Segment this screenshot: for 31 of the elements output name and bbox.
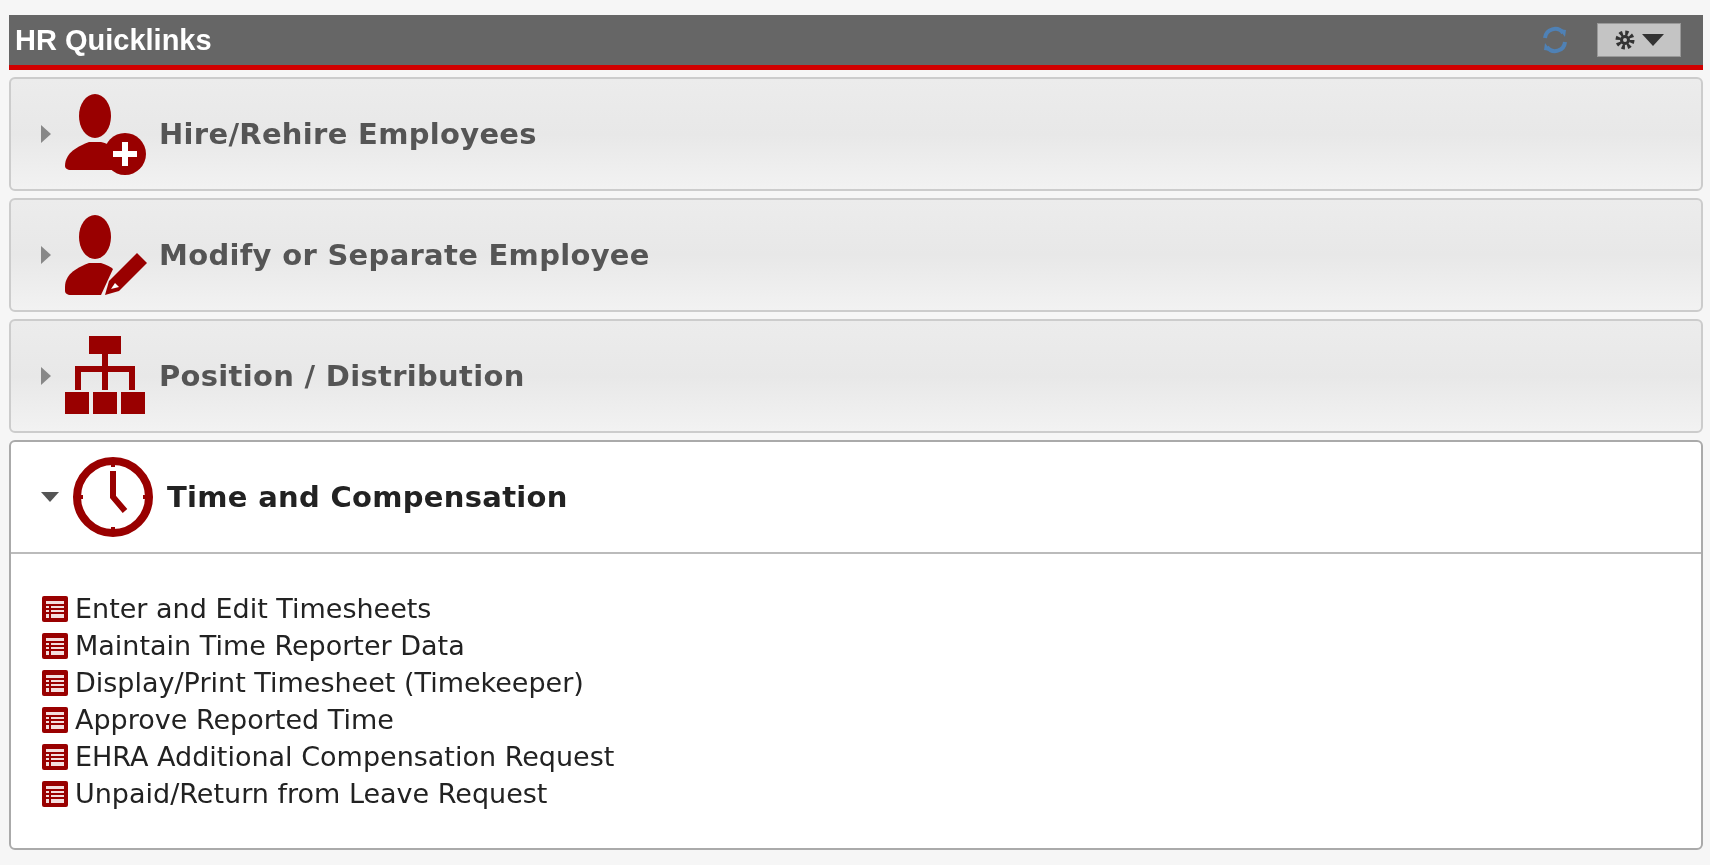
quicklink[interactable]: Unpaid/Return from Leave Request: [41, 777, 1671, 810]
clock-icon: [71, 455, 155, 539]
section-title: Time and Compensation: [167, 480, 568, 514]
quicklink[interactable]: Display/Print Timesheet (Timekeeper): [41, 666, 1671, 699]
quicklink[interactable]: Approve Reported Time: [41, 703, 1671, 736]
person-add-icon: [63, 92, 147, 176]
page-icon: [41, 668, 69, 697]
caret-down-icon: [1642, 34, 1664, 46]
page-icon: [41, 742, 69, 771]
settings-menu-button[interactable]: [1597, 23, 1681, 57]
page-icon: [41, 594, 69, 623]
section-header[interactable]: Modify or Separate Employee: [11, 200, 1701, 310]
person-edit-icon: [63, 213, 147, 297]
quicklink[interactable]: Enter and Edit Timesheets: [41, 592, 1671, 625]
caret-right-icon: [41, 125, 51, 143]
settings-icon: [1614, 29, 1636, 51]
quicklink[interactable]: Maintain Time Reporter Data: [41, 629, 1671, 662]
section-title: Hire/Rehire Employees: [159, 117, 537, 151]
page-icon: [41, 705, 69, 734]
page-icon: [41, 631, 69, 660]
section-title: Modify or Separate Employee: [159, 238, 650, 272]
caret-right-icon: [41, 246, 51, 264]
panel-title: HR Quicklinks: [15, 23, 213, 57]
caret-right-icon: [41, 367, 51, 385]
quicklink[interactable]: EHRA Additional Compensation Request: [41, 740, 1671, 773]
section-header[interactable]: Hire/Rehire Employees: [11, 79, 1701, 189]
section-header[interactable]: Time and Compensation: [11, 442, 1701, 554]
caret-down-icon: [41, 492, 59, 502]
page-icon: [41, 779, 69, 808]
section-header[interactable]: Position / Distribution: [11, 321, 1701, 431]
section-title: Position / Distribution: [159, 359, 525, 393]
